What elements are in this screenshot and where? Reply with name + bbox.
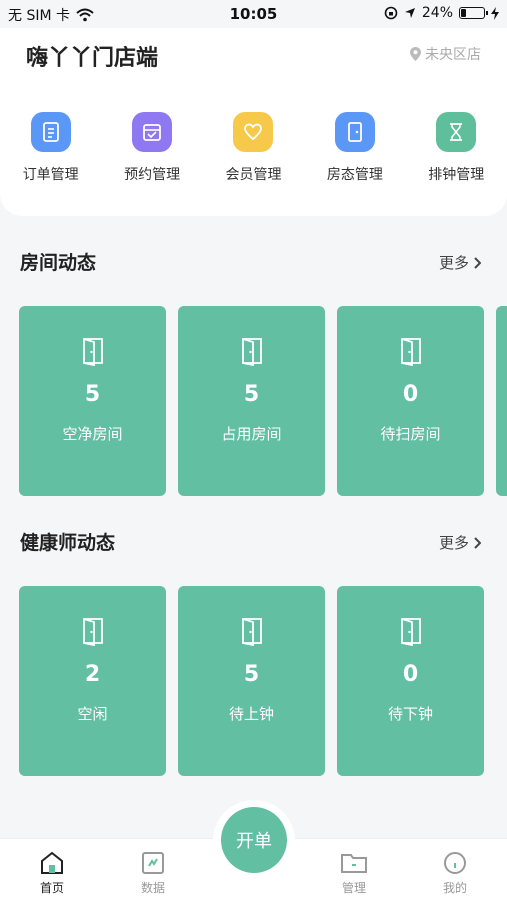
new-order-button[interactable]: 开单 [221, 807, 287, 873]
therapist-card-idle[interactable]: 2 空闲 [19, 586, 166, 776]
location-arrow-icon [404, 8, 415, 18]
card-label: 待上钟 [228, 705, 274, 723]
door-icon [82, 338, 103, 366]
door-icon [400, 338, 421, 366]
chevron-right-icon [474, 256, 481, 269]
location-pin-icon [410, 47, 421, 61]
room-card-occupied[interactable]: 5 占用房间 [178, 306, 325, 496]
card-label: 占用房间 [221, 425, 282, 443]
shortcut-label: 房态管理 [326, 167, 383, 183]
shortcut-grid: 订单管理 预约管理 会员管理 房态管理 排钟管理 [0, 112, 507, 184]
home-icon [41, 851, 63, 874]
room-card-partial[interactable] [496, 306, 507, 496]
room-more-link[interactable]: 更多 [439, 252, 481, 273]
shortcut-label: 排钟管理 [428, 167, 485, 183]
therapist-section-title: 健康师动态 [20, 532, 116, 554]
tab-label: 数据 [140, 881, 165, 895]
tab-mine[interactable]: 我的 [415, 839, 495, 896]
more-label: 更多 [438, 534, 469, 552]
therapist-card-pending-start[interactable]: 5 待上钟 [178, 586, 325, 776]
tab-data[interactable]: 数据 [113, 839, 193, 896]
battery-percent: 24% [421, 5, 453, 21]
door-icon [241, 618, 262, 646]
therapist-card-row: 2 空闲 5 待上钟 0 待下钟 [0, 586, 507, 776]
tab-label: 管理 [341, 881, 366, 895]
shortcut-appointment[interactable]: 预约管理 [101, 112, 202, 184]
card-value: 5 [84, 382, 101, 407]
chevron-right-icon [474, 536, 481, 549]
room-section-title: 房间动态 [20, 252, 97, 274]
tab-manage[interactable]: 管理 [314, 839, 394, 896]
more-label: 更多 [438, 254, 469, 272]
shortcut-room[interactable]: 房态管理 [304, 112, 405, 184]
therapist-more-link[interactable]: 更多 [439, 532, 481, 553]
member-icon [233, 112, 274, 152]
header-card: 嗨丫丫门店端 未央区店 订单管理 预约管理 会员管理 房态管理 排钟管理 [0, 28, 507, 216]
store-location-selector[interactable]: 未央区店 [410, 44, 481, 64]
card-value: 5 [243, 662, 260, 687]
shortcut-label: 预约管理 [124, 167, 181, 183]
card-label: 空净房间 [62, 425, 123, 443]
tab-home[interactable]: 首页 [12, 839, 92, 896]
chart-icon [142, 852, 164, 874]
profile-icon [444, 852, 466, 874]
order-icon [30, 112, 71, 152]
status-bar: 无 SIM 卡 10:05 24% [0, 0, 507, 28]
therapist-card-pending-end[interactable]: 0 待下钟 [337, 586, 484, 776]
hourglass-icon [436, 112, 477, 152]
calendar-icon [132, 112, 173, 152]
room-card-to-clean[interactable]: 0 待扫房间 [337, 306, 484, 496]
location-text: 未央区店 [425, 47, 481, 63]
card-value: 0 [402, 662, 419, 687]
card-value: 2 [84, 662, 101, 687]
room-card-row: 5 空净房间 5 占用房间 0 待扫房间 [0, 306, 507, 496]
shortcut-member[interactable]: 会员管理 [203, 112, 304, 184]
card-label: 待下钟 [387, 705, 433, 723]
shortcut-label: 订单管理 [22, 167, 79, 183]
card-label: 空闲 [77, 705, 108, 723]
door-icon [241, 338, 262, 366]
card-label: 待扫房间 [380, 425, 441, 443]
folder-icon [341, 854, 367, 873]
shortcut-label: 会员管理 [225, 167, 282, 183]
shortcut-order[interactable]: 订单管理 [0, 112, 101, 184]
rotation-lock-icon [384, 6, 398, 20]
door-icon [82, 618, 103, 646]
status-right: 24% [384, 5, 499, 21]
shortcut-schedule[interactable]: 排钟管理 [406, 112, 507, 184]
tab-label: 首页 [39, 881, 64, 895]
room-card-idle[interactable]: 5 空净房间 [19, 306, 166, 496]
tab-label: 我的 [442, 881, 467, 895]
card-value: 5 [243, 382, 260, 407]
card-value: 0 [402, 382, 419, 407]
door-icon [400, 618, 421, 646]
room-icon [334, 112, 375, 152]
store-name: 嗨丫丫门店端 [26, 46, 159, 71]
battery-icon [459, 7, 488, 19]
charging-icon [491, 6, 499, 20]
